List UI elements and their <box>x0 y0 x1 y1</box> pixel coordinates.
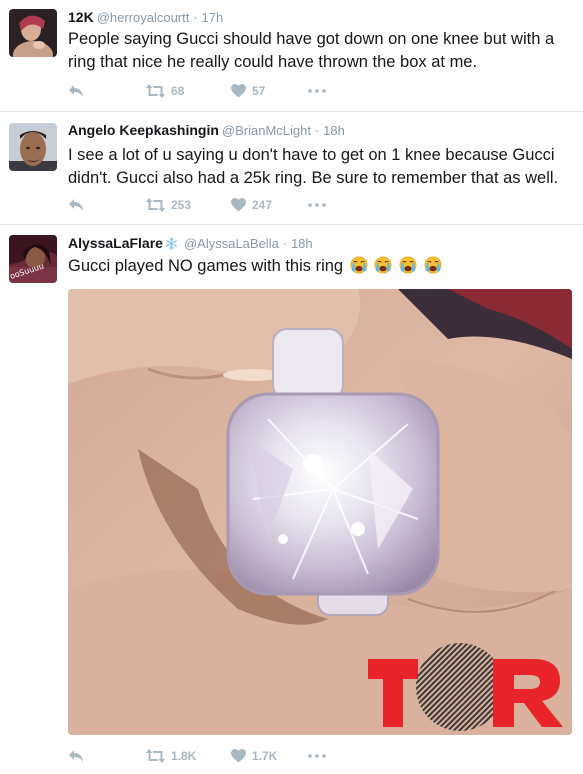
retweet-button[interactable]: 68 <box>146 84 231 98</box>
retweet-icon <box>146 84 165 98</box>
retweet-button[interactable]: 253 <box>146 198 231 212</box>
timestamp[interactable]: 18h <box>323 123 345 138</box>
crying-face-icon <box>350 256 368 274</box>
retweet-count: 1.8K <box>171 749 197 763</box>
tweet-header: AlyssaLaFlare @AlyssaLaBella · 18h <box>68 235 313 252</box>
more-button[interactable] <box>308 203 326 207</box>
tweet-actions: 68 57 <box>68 83 326 99</box>
separator: · <box>193 10 198 25</box>
snowflake-icon <box>165 237 177 250</box>
heart-icon <box>231 749 246 763</box>
more-icon <box>308 754 326 758</box>
retweet-icon <box>146 749 165 763</box>
more-button[interactable] <box>308 89 326 93</box>
tweet-header: Angelo Keepkashingin @BrianMcLight · 18h <box>68 122 345 139</box>
tweet-text-body: Gucci played NO games with this ring <box>68 257 344 275</box>
separator: · <box>314 123 320 138</box>
like-count: 247 <box>252 198 273 212</box>
heart-icon <box>231 84 246 98</box>
retweet-button[interactable]: 1.8K <box>146 749 231 763</box>
display-name[interactable]: AlyssaLaFlare <box>68 235 163 251</box>
like-count: 1.7K <box>252 749 278 763</box>
username[interactable]: @BrianMcLight <box>222 123 311 138</box>
username[interactable]: @herroyalcourtt <box>97 10 190 25</box>
retweet-icon <box>146 198 165 212</box>
display-name[interactable]: 12K <box>68 9 94 25</box>
crying-face-icon <box>399 256 417 274</box>
reply-button[interactable] <box>68 749 146 763</box>
avatar[interactable] <box>9 9 57 57</box>
separator: · <box>282 236 288 251</box>
tweet-photo[interactable] <box>68 289 572 735</box>
like-button[interactable]: 247 <box>231 198 308 212</box>
tweet-card[interactable]: 12K @herroyalcourtt · 17h People saying G… <box>0 0 583 112</box>
avatar[interactable]: ooSuuuu <box>9 235 57 283</box>
crying-face-icon <box>424 256 441 274</box>
tweet-text: I see a lot of u saying u don't have to … <box>68 146 559 187</box>
more-button[interactable] <box>308 754 326 758</box>
tweet-actions: 253 247 <box>68 197 326 213</box>
more-icon <box>308 89 326 93</box>
emoji-group <box>348 256 442 275</box>
timestamp[interactable]: 17h <box>202 10 224 25</box>
retweet-count: 253 <box>171 198 192 212</box>
tweet-card[interactable]: Angelo Keepkashingin @BrianMcLight · 18h … <box>0 112 583 225</box>
username[interactable]: @AlyssaLaBella <box>184 236 279 251</box>
crying-face-icon <box>374 256 392 274</box>
timestamp[interactable]: 18h <box>291 236 313 251</box>
retweet-count: 68 <box>171 84 185 98</box>
like-count: 57 <box>252 84 266 98</box>
tweet-actions: 1.8K 1.7K <box>68 748 326 764</box>
tweet-text: People saying Gucci should have got down… <box>68 30 555 71</box>
reply-button[interactable] <box>68 84 146 98</box>
like-button[interactable]: 57 <box>231 84 308 98</box>
reply-icon <box>69 199 83 211</box>
tweet-text: Gucci played NO games with this ring <box>68 255 568 278</box>
reply-icon <box>69 85 83 97</box>
tweet-card[interactable]: ooSuuuu AlyssaLaFlare @AlyssaLaBella · 18… <box>0 225 583 774</box>
avatar[interactable] <box>9 123 57 171</box>
reply-button[interactable] <box>68 198 146 212</box>
like-button[interactable]: 1.7K <box>231 749 308 763</box>
more-icon <box>308 203 326 207</box>
reply-icon <box>69 750 83 762</box>
tweet-header: 12K @herroyalcourtt · 17h <box>68 9 223 26</box>
display-name[interactable]: Angelo Keepkashingin <box>68 122 219 138</box>
heart-icon <box>231 198 246 212</box>
